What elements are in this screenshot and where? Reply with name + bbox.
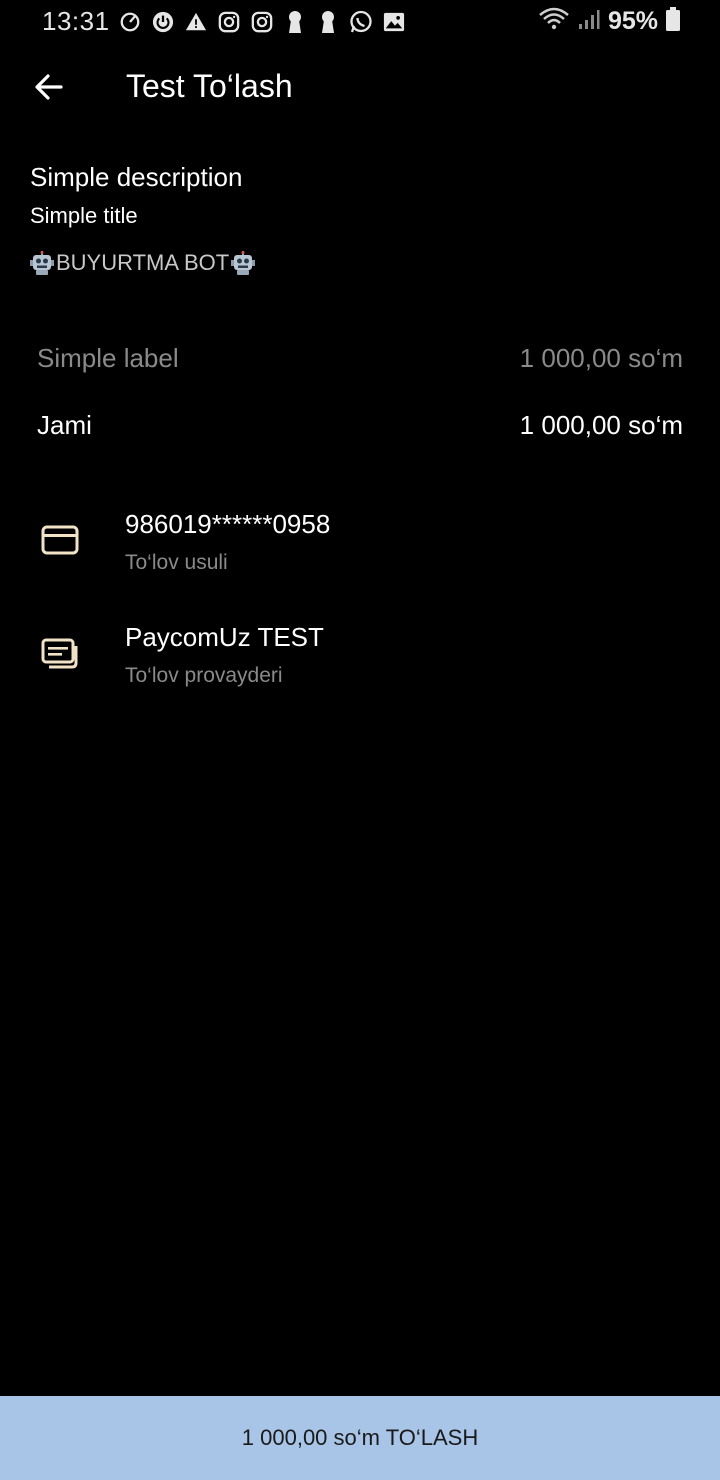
total-label: Jami: [37, 410, 92, 440]
battery-percent: 95%: [607, 6, 658, 35]
payment-method-row[interactable]: 986019******0958 To‘lov usuli: [0, 500, 720, 590]
pay-button-label: 1 000,00 so‘m TO‘LASH: [241, 1425, 479, 1450]
back-button[interactable]: [24, 64, 74, 114]
instagram-icon: [217, 10, 241, 34]
sync-icon: [118, 10, 142, 34]
page-title: Test To‘lash: [126, 68, 293, 104]
robot-icon: [30, 251, 54, 275]
signal-icon: [578, 8, 600, 35]
price-item-amount: 1 000,00 so‘m: [519, 343, 683, 373]
notification-icons: [118, 8, 406, 36]
status-right: 95%: [538, 6, 680, 36]
instagram-icon: [250, 10, 274, 34]
price-row-total: Jami 1 000,00 so‘m: [37, 410, 683, 441]
status-bar: 13:31 95%: [0, 0, 720, 44]
app-bar: Test To‘lash: [0, 54, 720, 124]
receipt-icon: [38, 632, 82, 676]
payment-method-value: 986019******0958: [125, 509, 331, 539]
warning-icon: [184, 10, 208, 34]
price-item-label: Simple label: [37, 343, 179, 373]
keyhole-icon: [283, 10, 307, 34]
battery-icon: [666, 6, 680, 36]
whatsapp-icon: [349, 10, 373, 34]
bot-name-text: BUYURTMA BOT: [56, 250, 230, 275]
bot-name: BUYURTMA BOT: [30, 250, 256, 276]
invoice-description: Simple description: [30, 162, 243, 192]
arrow-left-icon: [33, 71, 65, 108]
pay-button[interactable]: 1 000,00 so‘m TO‘LASH: [0, 1396, 720, 1480]
invoice-title: Simple title: [30, 203, 138, 228]
payment-provider-label: To‘lov provayderi: [125, 664, 283, 687]
keyhole-icon: [316, 10, 340, 34]
payment-method-label: To‘lov usuli: [125, 551, 228, 574]
payment-provider-value: PaycomUz TEST: [125, 622, 324, 652]
payment-provider-row[interactable]: PaycomUz TEST To‘lov provayderi: [0, 613, 720, 703]
total-amount: 1 000,00 so‘m: [519, 410, 683, 440]
wifi-icon: [538, 6, 570, 37]
robot-icon: [231, 251, 256, 275]
image-icon: [382, 10, 406, 34]
credit-card-icon: [38, 518, 82, 562]
status-time: 13:31: [42, 6, 110, 36]
price-row-item: Simple label 1 000,00 so‘m: [37, 343, 683, 374]
power-icon: [151, 10, 175, 34]
